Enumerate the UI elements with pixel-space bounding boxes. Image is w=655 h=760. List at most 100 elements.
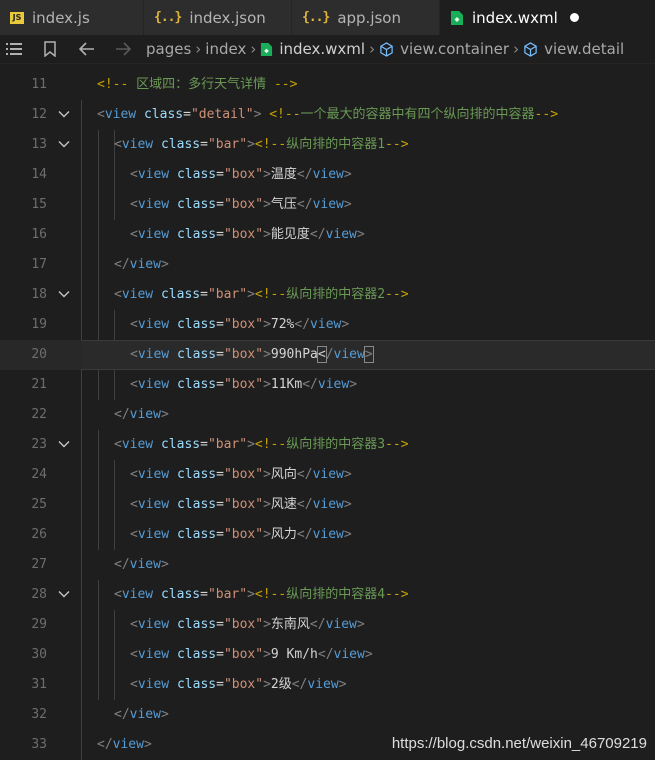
chevron-right-icon: ›: [250, 40, 257, 58]
tab-label: index.wxml: [472, 8, 558, 27]
code-line[interactable]: 15 <view class="box">气压</view>: [0, 190, 655, 220]
tab-index-json[interactable]: {..} index.json: [144, 0, 292, 35]
breadcrumb-item-index[interactable]: index: [205, 40, 246, 58]
code-line[interactable]: 31 <view class="box">2级</view>: [0, 670, 655, 700]
code-text: </view>: [114, 707, 169, 722]
code-line[interactable]: 32 </view>: [0, 700, 655, 730]
line-number: 31: [31, 677, 47, 692]
code-text: <view class="bar"><!--纵向排的中容器1-->: [114, 137, 409, 152]
line-number: 11: [31, 77, 47, 92]
forward-arrow-icon[interactable]: [114, 42, 132, 56]
code-line[interactable]: 30 <view class="box">9 Km/h</view>: [0, 640, 655, 670]
js-file-icon: JS: [10, 11, 24, 24]
code-line[interactable]: 17 </view>: [0, 250, 655, 280]
cube-icon: [379, 41, 394, 57]
line-number: 27: [31, 557, 47, 572]
code-text: <view class="box">能见度</view>: [130, 227, 365, 242]
code-line[interactable]: 28 <view class="bar"><!--纵向排的中容器4-->: [0, 580, 655, 610]
watermark: https://blog.csdn.net/weixin_46709219: [391, 735, 647, 752]
breadcrumb-item-view-detail[interactable]: view.detail: [544, 40, 624, 58]
code-line[interactable]: 27 </view>: [0, 550, 655, 580]
tab-index-js[interactable]: JS index.js: [0, 0, 144, 35]
wxml-file-icon: [450, 10, 464, 26]
code-text: <view class="box">东南风</view>: [130, 617, 365, 632]
chevron-right-icon: ›: [513, 40, 520, 58]
code-text: <view class="box">11Km</view>: [130, 377, 358, 392]
fold-chevron-icon[interactable]: [57, 436, 71, 450]
code-line[interactable]: 20 <view class="box">990hPa</view>: [0, 340, 655, 370]
line-number: 26: [31, 527, 47, 542]
cube-icon: [523, 41, 538, 57]
breadcrumb: pages › index › index.wxml › view.contai…: [0, 35, 655, 64]
wxml-file-icon: [260, 42, 273, 57]
line-number: 13: [31, 137, 47, 152]
line-number: 20: [31, 347, 47, 362]
line-number: 15: [31, 197, 47, 212]
code-text: <view class="box">风速</view>: [130, 497, 352, 512]
json-file-icon: {..}: [302, 10, 330, 25]
line-number: 30: [31, 647, 47, 662]
unsaved-dot-icon[interactable]: [569, 13, 579, 22]
code-line[interactable]: 26 <view class="box">风力</view>: [0, 520, 655, 550]
code-text: <view class="bar"><!--纵向排的中容器3-->: [114, 437, 409, 452]
tab-label: index.json: [189, 8, 266, 27]
line-number: 29: [31, 617, 47, 632]
code-text: <view class="box">风力</view>: [130, 527, 352, 542]
code-text: <view class="box">温度</view>: [130, 167, 352, 182]
code-line[interactable]: 19 <view class="box">72%</view>: [0, 310, 655, 340]
code-text: <view class="box">2级</view>: [130, 677, 347, 692]
code-text: <view class="bar"><!--纵向排的中容器4-->: [114, 587, 409, 602]
breadcrumb-item-file[interactable]: index.wxml: [279, 40, 365, 58]
fold-chevron-icon[interactable]: [57, 136, 71, 150]
fold-chevron-icon[interactable]: [57, 106, 71, 120]
code-line[interactable]: 22 </view>: [0, 400, 655, 430]
code-line[interactable]: 11 <!-- 区域四：多行天气详情 -->: [0, 70, 655, 100]
line-number: 16: [31, 227, 47, 242]
line-number: 14: [31, 167, 47, 182]
bookmark-icon[interactable]: [42, 41, 58, 57]
code-text: <!-- 区域四：多行天气详情 -->: [97, 77, 298, 92]
code-text: <view class="detail"> <!--一个最大的容器中有四个纵向排…: [97, 107, 559, 122]
code-line[interactable]: 16 <view class="box">能见度</view>: [0, 220, 655, 250]
tab-bar: JS index.js {..} index.json {..} app.jso…: [0, 0, 655, 35]
breadcrumb-item-pages[interactable]: pages: [146, 40, 191, 58]
line-number: 23: [31, 437, 47, 452]
code-line[interactable]: 21 <view class="box">11Km</view>: [0, 370, 655, 400]
chevron-right-icon: ›: [195, 40, 202, 58]
code-text: <view class="box">72%</view>: [130, 317, 350, 332]
code-line[interactable]: 24 <view class="box">风向</view>: [0, 460, 655, 490]
line-number: 25: [31, 497, 47, 512]
code-text: </view>: [97, 737, 152, 752]
json-file-icon: {..}: [154, 10, 182, 25]
line-number: 21: [31, 377, 47, 392]
tab-label: index.js: [32, 8, 90, 27]
line-number: 18: [31, 287, 47, 302]
code-line[interactable]: 12 <view class="detail"> <!--一个最大的容器中有四个纵…: [0, 100, 655, 130]
line-number: 12: [31, 107, 47, 122]
code-line[interactable]: 23 <view class="bar"><!--纵向排的中容器3-->: [0, 430, 655, 460]
fold-chevron-icon[interactable]: [57, 586, 71, 600]
code-text: <view class="bar"><!--纵向排的中容器2-->: [114, 287, 409, 302]
code-line[interactable]: 13 <view class="bar"><!--纵向排的中容器1-->: [0, 130, 655, 160]
fold-chevron-icon[interactable]: [57, 286, 71, 300]
back-arrow-icon[interactable]: [78, 42, 96, 56]
code-line[interactable]: 18 <view class="bar"><!--纵向排的中容器2-->: [0, 280, 655, 310]
chevron-right-icon: ›: [369, 40, 376, 58]
breadcrumb-item-view-container[interactable]: view.container: [400, 40, 509, 58]
line-number: 24: [31, 467, 47, 482]
code-editor[interactable]: 11 <!-- 区域四：多行天气详情 --> 12 <view class="deta…: [0, 70, 655, 760]
line-number: 19: [31, 317, 47, 332]
code-line[interactable]: 29 <view class="box">东南风</view>: [0, 610, 655, 640]
code-text: </view>: [114, 407, 169, 422]
code-text: </view>: [114, 557, 169, 572]
tab-label: app.json: [337, 8, 401, 27]
list-icon[interactable]: [4, 42, 24, 56]
code-text: <view class="box">9 Km/h</view>: [130, 647, 373, 662]
tab-index-wxml[interactable]: index.wxml: [440, 0, 655, 35]
code-text: </view>: [114, 257, 169, 272]
line-number: 28: [31, 587, 47, 602]
tab-app-json[interactable]: {..} app.json: [292, 0, 440, 35]
line-number: 17: [31, 257, 47, 272]
code-line[interactable]: 14 <view class="box">温度</view>: [0, 160, 655, 190]
code-line[interactable]: 25 <view class="box">风速</view>: [0, 490, 655, 520]
